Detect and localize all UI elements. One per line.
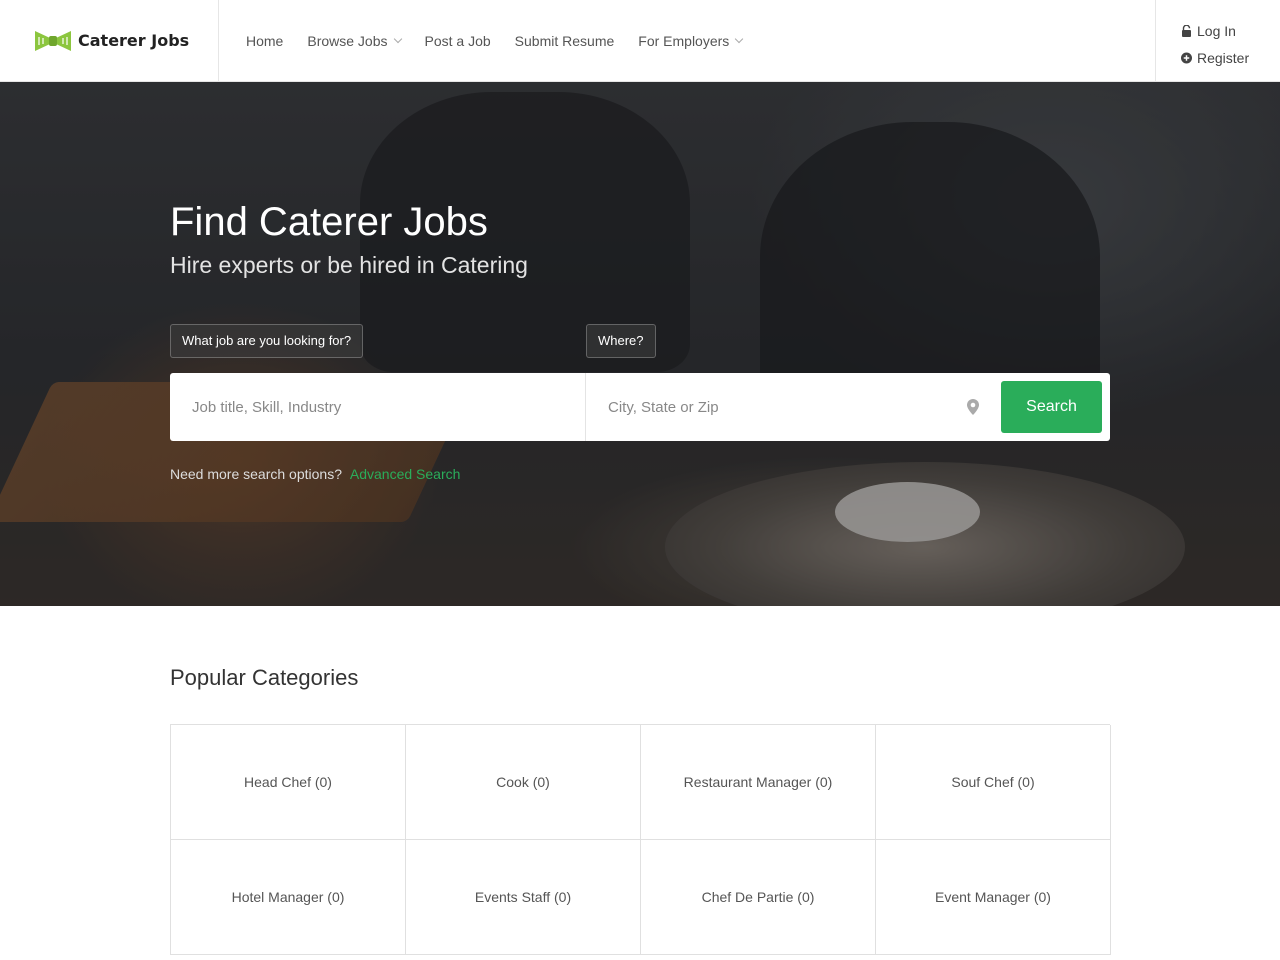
nav-post-a-job[interactable]: Post a Job — [413, 33, 503, 49]
category-event-manager[interactable]: Event Manager (0) — [876, 840, 1111, 955]
hero-subtitle: Hire experts or be hired in Catering — [170, 252, 528, 278]
nav-browse-jobs[interactable]: Browse Jobs — [295, 33, 412, 49]
keyword-input[interactable] — [170, 373, 585, 441]
lock-icon — [1182, 24, 1191, 37]
logo-text: Caterer Jobs — [78, 31, 190, 50]
register-label: Register — [1197, 49, 1250, 66]
more-options-text: Need more search options? — [170, 466, 342, 482]
map-pin-icon — [967, 399, 979, 415]
categories-title: Popular Categories — [170, 665, 359, 690]
nav-for-employers[interactable]: For Employers — [626, 33, 754, 49]
advanced-search-link[interactable]: Advanced Search — [350, 466, 461, 482]
what-label: What job are you looking for? — [170, 324, 364, 358]
category-souf-chef[interactable]: Souf Chef (0) — [876, 725, 1111, 840]
category-chef-de-partie[interactable]: Chef De Partie (0) — [641, 840, 876, 955]
nav-home-label: Home — [246, 32, 284, 49]
nav-for-employers-label: For Employers — [638, 32, 730, 49]
more-search-options: Need more search options? Advanced Searc… — [170, 466, 460, 482]
nav-browse-jobs-label: Browse Jobs — [307, 32, 388, 49]
nav-post-a-job-label: Post a Job — [424, 32, 491, 49]
nav-submit-resume[interactable]: Submit Resume — [503, 33, 627, 49]
bowtie-logo-icon — [35, 30, 71, 51]
site-logo[interactable]: Caterer Jobs — [0, 0, 219, 81]
register-link[interactable]: Register — [1181, 44, 1280, 71]
category-hotel-manager[interactable]: Hotel Manager (0) — [171, 840, 406, 955]
main-nav: Home Browse Jobs Post a Job Submit Resum… — [234, 0, 754, 81]
search-button[interactable]: Search — [1001, 381, 1102, 433]
category-restaurant-manager[interactable]: Restaurant Manager (0) — [641, 725, 876, 840]
site-header: Caterer Jobs Home Browse Jobs Post a Job… — [0, 0, 1280, 82]
nav-home[interactable]: Home — [234, 33, 295, 49]
login-label: Log In — [1197, 22, 1236, 39]
category-cook[interactable]: Cook (0) — [406, 725, 641, 840]
auth-links: Log In Register — [1155, 0, 1280, 81]
hero-title: Find Caterer Jobs — [170, 200, 488, 244]
location-input[interactable] — [586, 373, 996, 441]
category-head-chef[interactable]: Head Chef (0) — [171, 725, 406, 840]
categories-grid: Head Chef (0) Cook (0) Restaurant Manage… — [170, 724, 1111, 955]
chevron-down-icon — [735, 34, 744, 43]
search-bar: Search — [170, 373, 1110, 441]
category-events-staff[interactable]: Events Staff (0) — [406, 840, 641, 955]
plus-circle-icon — [1181, 52, 1192, 63]
hero-banner: Find Caterer Jobs Hire experts or be hir… — [0, 82, 1280, 606]
where-label: Where? — [586, 324, 656, 358]
chevron-down-icon — [393, 34, 402, 43]
nav-submit-resume-label: Submit Resume — [514, 32, 615, 49]
login-link[interactable]: Log In — [1181, 17, 1280, 44]
